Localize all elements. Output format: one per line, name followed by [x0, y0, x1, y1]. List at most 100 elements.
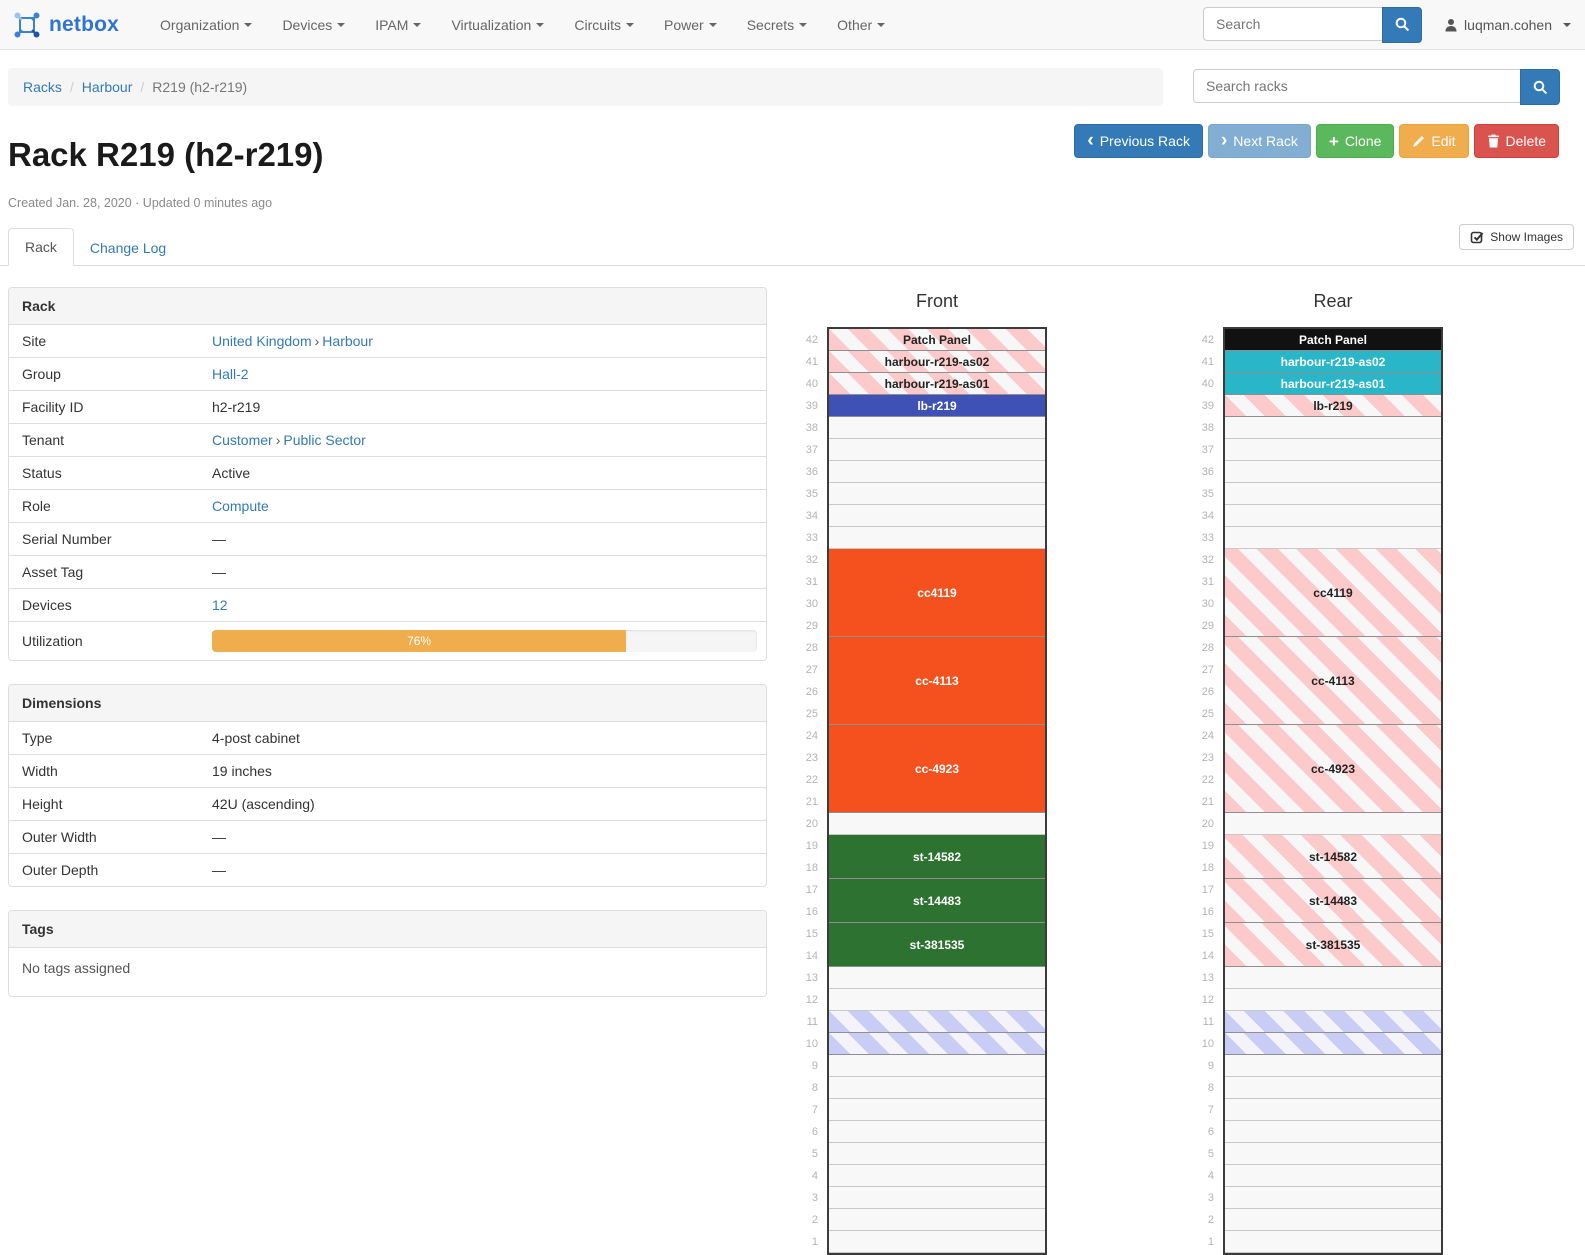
nav-secrets[interactable]: Secrets [732, 0, 822, 50]
nav-circuits[interactable]: Circuits [559, 0, 649, 50]
brand-name: netbox [49, 13, 119, 37]
nav-other[interactable]: Other [822, 0, 900, 50]
rack-device-front[interactable]: cc-4923 [829, 725, 1045, 813]
unit-number: 10 [1191, 1033, 1214, 1055]
elevation-front: Front 4241403938373635343332313029282726… [795, 287, 1051, 1255]
rack-device-front[interactable]: harbour-r219-as02 [829, 351, 1045, 373]
chevron-left-icon: ‹ [1087, 131, 1093, 150]
field-label: Height [9, 788, 212, 821]
unit-number: 31 [1191, 571, 1214, 593]
rack-device-front[interactable]: lb-r219 [829, 395, 1045, 417]
delete-button[interactable]: Delete [1474, 124, 1559, 158]
facility-id-value: h2-r219 [212, 391, 766, 424]
unit-number: 36 [795, 461, 818, 483]
rack-device-rear[interactable]: cc-4113 [1225, 637, 1441, 725]
tab-rack[interactable]: Rack [8, 228, 74, 266]
rack-device-rear[interactable]: Patch Panel [1225, 329, 1441, 351]
rack-unit-empty [829, 813, 1045, 835]
rack-device-rear[interactable]: cc-4923 [1225, 725, 1441, 813]
dimensions-panel-title: Dimensions [9, 685, 766, 722]
clone-button[interactable]: + Clone [1316, 124, 1395, 158]
devices-count-link[interactable]: 12 [212, 597, 228, 613]
global-search-input[interactable] [1203, 7, 1383, 41]
field-label: Site [9, 325, 212, 358]
unit-number: 30 [1191, 593, 1214, 615]
unit-number: 37 [1191, 439, 1214, 461]
netbox-brand[interactable]: netbox [0, 10, 129, 40]
field-label: Serial Number [9, 523, 212, 556]
tab-change-log[interactable]: Change Log [74, 230, 182, 266]
status-value: Active [212, 457, 766, 490]
nav-organization[interactable]: Organization [145, 0, 267, 50]
group-link[interactable]: Hall-2 [212, 366, 249, 382]
field-label: Type [9, 722, 212, 755]
global-search-button[interactable] [1382, 7, 1422, 43]
next-rack-button[interactable]: › Next Rack [1208, 124, 1311, 158]
field-label: Facility ID [9, 391, 212, 424]
rack-unit-empty [829, 483, 1045, 505]
breadcrumb-separator: / [70, 79, 74, 95]
rack-search-input[interactable] [1193, 69, 1521, 103]
breadcrumb-racks-link[interactable]: Racks [23, 79, 62, 95]
rack-device-rear[interactable]: lb-r219 [1225, 395, 1441, 417]
unit-number: 11 [1191, 1011, 1214, 1033]
tab-bar: Rack Change Log [0, 227, 1585, 266]
top-navbar: netbox Organization Devices IPAM Virtual… [0, 0, 1585, 50]
rack-unit-empty [829, 1077, 1045, 1099]
rack-unit-empty [1225, 1143, 1441, 1165]
unit-number: 2 [1191, 1209, 1214, 1231]
unit-number: 40 [795, 373, 818, 395]
page-title: Rack R219 (h2-r219) [8, 136, 324, 174]
edit-button[interactable]: Edit [1399, 124, 1468, 158]
unit-number: 33 [795, 527, 818, 549]
rack-unit-reserved[interactable] [1225, 1011, 1441, 1033]
nav-ipam[interactable]: IPAM [360, 0, 436, 50]
rack-unit-reserved[interactable] [829, 1011, 1045, 1033]
site-link[interactable]: Harbour [322, 333, 373, 349]
nav-devices[interactable]: Devices [267, 0, 360, 50]
nav-virtualization[interactable]: Virtualization [436, 0, 559, 50]
rack-search-button[interactable] [1520, 69, 1560, 105]
unit-number: 34 [1191, 505, 1214, 527]
unit-number: 16 [1191, 901, 1214, 923]
rack-device-rear[interactable]: harbour-r219-as02 [1225, 351, 1441, 373]
rack-device-front[interactable]: st-381535 [829, 923, 1045, 967]
unit-number: 8 [795, 1077, 818, 1099]
unit-number: 39 [1191, 395, 1214, 417]
role-link[interactable]: Compute [212, 498, 269, 514]
nav-power[interactable]: Power [649, 0, 732, 50]
unit-number: 6 [1191, 1121, 1214, 1143]
rack-device-rear[interactable]: cc4119 [1225, 549, 1441, 637]
rack-unit-empty [1225, 1055, 1441, 1077]
tenant-group-link[interactable]: Customer [212, 432, 273, 448]
unit-number: 42 [795, 329, 818, 351]
elevation-rear: Rear 42414039383736353433323130292827262… [1191, 287, 1447, 1255]
rack-device-rear[interactable]: st-381535 [1225, 923, 1441, 967]
rack-device-front[interactable]: cc4119 [829, 549, 1045, 637]
rack-device-front[interactable]: st-14483 [829, 879, 1045, 923]
rack-unit-reserved[interactable] [829, 1033, 1045, 1055]
breadcrumb-site-link[interactable]: Harbour [82, 79, 133, 95]
rack-unit-empty [829, 1165, 1045, 1187]
rack-device-front[interactable]: st-14582 [829, 835, 1045, 879]
rack-device-rear[interactable]: st-14483 [1225, 879, 1441, 923]
unit-number: 15 [1191, 923, 1214, 945]
rack-device-front[interactable]: harbour-r219-as01 [829, 373, 1045, 395]
previous-rack-button[interactable]: ‹ Previous Rack [1074, 124, 1203, 158]
field-label: Group [9, 358, 212, 391]
rack-unit-empty [829, 527, 1045, 549]
rack-unit-empty [829, 1143, 1045, 1165]
unit-number: 29 [795, 615, 818, 637]
rack-panel: Rack Site United Kingdom›Harbour Group H… [8, 287, 767, 661]
rack-unit-reserved[interactable] [1225, 1033, 1441, 1055]
rack-device-front[interactable]: Patch Panel [829, 329, 1045, 351]
rack-device-rear[interactable]: harbour-r219-as01 [1225, 373, 1441, 395]
unit-number: 25 [1191, 703, 1214, 725]
user-menu[interactable]: luqman.cohen [1444, 17, 1571, 33]
show-images-button[interactable]: Show Images [1459, 224, 1574, 250]
region-link[interactable]: United Kingdom [212, 333, 312, 349]
rack-device-front[interactable]: cc-4113 [829, 637, 1045, 725]
rack-device-rear[interactable]: st-14582 [1225, 835, 1441, 879]
field-label: Status [9, 457, 212, 490]
tenant-link[interactable]: Public Sector [283, 432, 365, 448]
